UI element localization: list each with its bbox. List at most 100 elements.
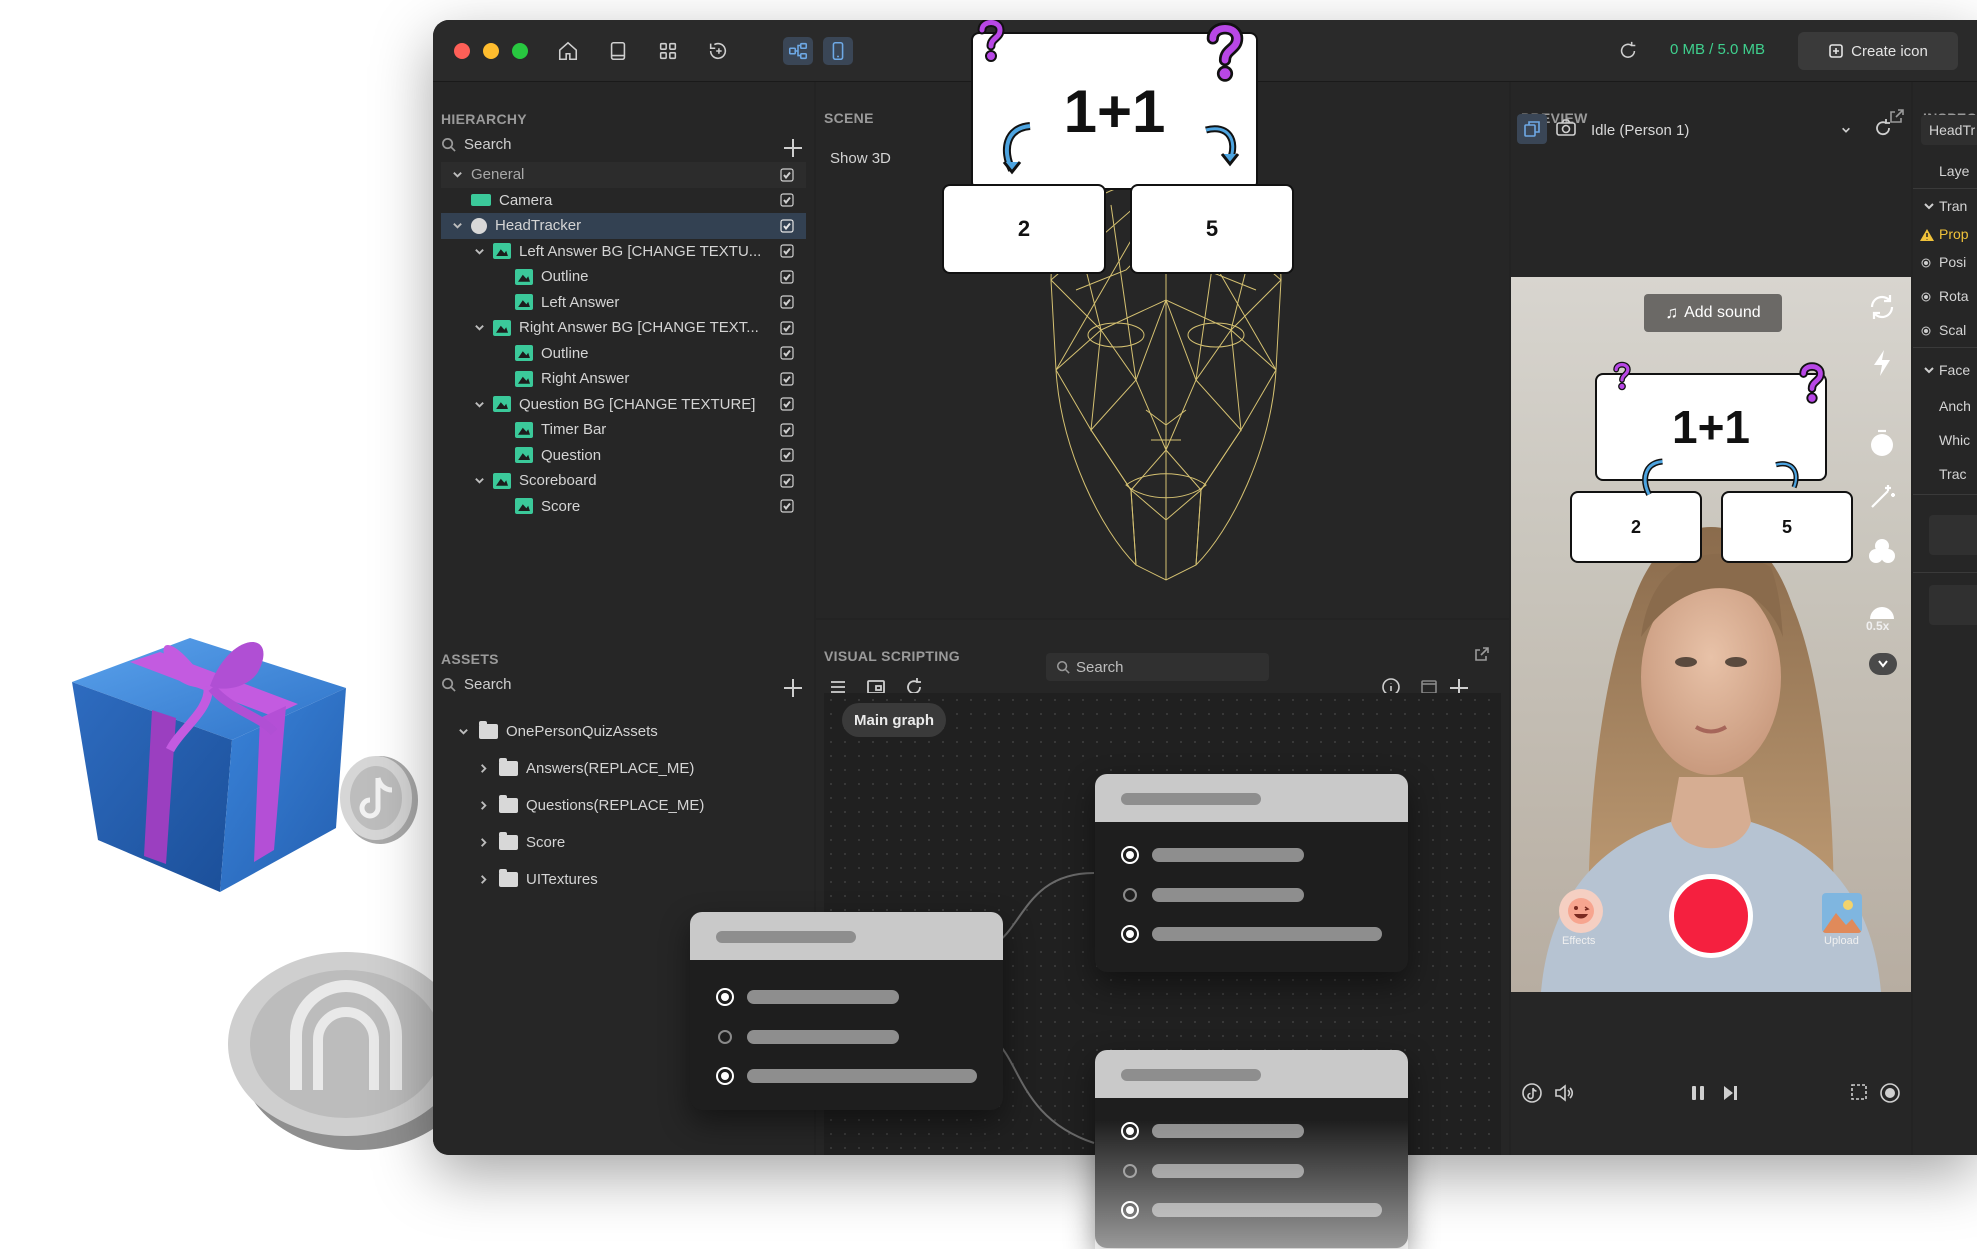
timer-icon[interactable] — [1866, 427, 1898, 459]
chevron-down-icon[interactable] — [1923, 364, 1935, 376]
visibility-check-icon[interactable] — [780, 295, 794, 309]
reload-icon[interactable] — [1613, 37, 1643, 65]
asset-root-folder[interactable]: OnePersonQuizAssets — [455, 719, 658, 743]
chevron-down-icon[interactable] — [449, 167, 465, 183]
chevron-right-icon[interactable] — [475, 834, 491, 850]
tree-item[interactable]: Left Answer BG [CHANGE TEXTU... — [441, 239, 806, 265]
tree-item[interactable]: Right Answer BG [CHANGE TEXT... — [441, 315, 806, 341]
visibility-check-icon[interactable] — [780, 397, 794, 411]
graph-icon[interactable] — [783, 37, 813, 65]
reload-icon[interactable] — [1873, 118, 1893, 138]
chevron-right-icon[interactable] — [475, 797, 491, 813]
tree-item[interactable]: General — [441, 162, 806, 188]
inspector-input-field[interactable] — [1929, 515, 1977, 555]
graph-node[interactable] — [1095, 774, 1408, 972]
record-toggle-icon[interactable] — [1879, 1082, 1901, 1104]
filters-icon[interactable] — [1866, 535, 1898, 567]
visibility-check-icon[interactable] — [780, 499, 794, 513]
show-3d-toggle[interactable]: Show 3D — [830, 150, 891, 167]
visibility-check-icon[interactable] — [780, 474, 794, 488]
zoom-window-button[interactable] — [512, 43, 528, 59]
hierarchy-search[interactable]: Search — [441, 136, 512, 153]
tree-item[interactable]: Score — [441, 494, 806, 520]
tree-item[interactable]: HeadTracker — [441, 213, 806, 239]
more-options-button[interactable] — [1869, 653, 1897, 675]
tree-item[interactable]: Scoreboard — [441, 468, 806, 494]
record-button[interactable] — [1669, 874, 1753, 958]
chevron-down-icon[interactable] — [1923, 200, 1935, 212]
add-object-button[interactable] — [783, 138, 803, 158]
upload-button[interactable] — [1822, 893, 1862, 933]
minimize-window-button[interactable] — [483, 43, 499, 59]
chevron-right-icon[interactable] — [475, 760, 491, 776]
visibility-check-icon[interactable] — [780, 321, 794, 335]
graph-node-port[interactable] — [716, 988, 734, 1006]
asset-folder[interactable]: Answers(REPLACE_ME) — [475, 756, 694, 780]
graph-node[interactable] — [690, 912, 1003, 1110]
visibility-check-icon[interactable] — [780, 423, 794, 437]
book-icon[interactable] — [603, 37, 633, 65]
tree-item[interactable]: Left Answer — [441, 290, 806, 316]
graph-node-port[interactable] — [716, 1067, 734, 1085]
volume-icon[interactable] — [1553, 1082, 1575, 1104]
visibility-check-icon[interactable] — [780, 346, 794, 360]
chevron-down-icon[interactable] — [449, 218, 465, 234]
tree-item[interactable]: Question BG [CHANGE TEXTURE] — [441, 392, 806, 418]
add-sound-button[interactable]: ♫ Add sound — [1644, 294, 1782, 332]
graph-node-port[interactable] — [1123, 888, 1137, 902]
grid-icon[interactable] — [653, 37, 683, 65]
close-window-button[interactable] — [454, 43, 470, 59]
visibility-check-icon[interactable] — [780, 270, 794, 284]
assets-search[interactable]: Search — [441, 676, 512, 693]
chevron-down-icon[interactable] — [471, 396, 487, 412]
flash-icon[interactable] — [1866, 347, 1898, 379]
scripting-search-input[interactable]: Search — [1046, 653, 1269, 681]
graph-node-port[interactable] — [1121, 925, 1139, 943]
visibility-check-icon[interactable] — [780, 372, 794, 386]
chevron-down-icon[interactable] — [471, 473, 487, 489]
radio-icon[interactable] — [1921, 292, 1931, 302]
visibility-check-icon[interactable] — [780, 448, 794, 462]
graph-node-port[interactable] — [1121, 846, 1139, 864]
radio-icon[interactable] — [1921, 258, 1931, 268]
step-forward-icon[interactable] — [1721, 1084, 1739, 1102]
camera-icon[interactable] — [1555, 118, 1577, 138]
chevron-down-icon[interactable] — [471, 243, 487, 259]
preview-mode-toggle[interactable] — [1517, 114, 1547, 144]
magic-wand-icon[interactable] — [1866, 481, 1898, 513]
inspector-name-field[interactable]: HeadTr — [1921, 115, 1977, 145]
add-asset-button[interactable] — [783, 678, 803, 698]
visibility-check-icon[interactable] — [780, 168, 794, 182]
open-external-icon[interactable] — [1474, 646, 1490, 662]
inspector-row-transform[interactable]: Tran — [1939, 198, 1967, 214]
pause-icon[interactable] — [1689, 1084, 1707, 1102]
flip-camera-icon[interactable] — [1866, 291, 1898, 323]
visibility-check-icon[interactable] — [780, 219, 794, 233]
create-icon-button[interactable]: Create icon — [1798, 32, 1958, 70]
refresh-sparkle-icon[interactable] — [703, 37, 733, 65]
tree-item[interactable]: Outline — [441, 264, 806, 290]
visibility-check-icon[interactable] — [780, 244, 794, 258]
tree-item[interactable]: Camera — [441, 188, 806, 214]
preview-person-select[interactable]: Idle (Person 1) — [1591, 117, 1851, 143]
asset-folder[interactable]: UITextures — [475, 867, 598, 891]
visibility-check-icon[interactable] — [780, 193, 794, 207]
phone-icon[interactable] — [823, 37, 853, 65]
chevron-down-icon[interactable] — [471, 320, 487, 336]
crop-icon[interactable] — [1849, 1082, 1871, 1104]
asset-folder[interactable]: Questions(REPLACE_ME) — [475, 793, 704, 817]
tree-item[interactable]: Question — [441, 443, 806, 469]
asset-folder[interactable]: Score — [475, 830, 565, 854]
effects-button[interactable] — [1559, 889, 1603, 933]
tree-item[interactable]: Right Answer — [441, 366, 806, 392]
chevron-right-icon[interactable] — [475, 871, 491, 887]
home-icon[interactable] — [553, 37, 583, 65]
radio-icon[interactable] — [1921, 326, 1931, 336]
inspector-input-field[interactable] — [1929, 585, 1977, 625]
graph-node-port[interactable] — [718, 1030, 732, 1044]
inspector-row-face[interactable]: Face — [1939, 362, 1970, 378]
chevron-down-icon[interactable] — [455, 723, 471, 739]
tiktok-icon[interactable] — [1521, 1082, 1543, 1104]
tree-item[interactable]: Outline — [441, 341, 806, 367]
tree-item[interactable]: Timer Bar — [441, 417, 806, 443]
